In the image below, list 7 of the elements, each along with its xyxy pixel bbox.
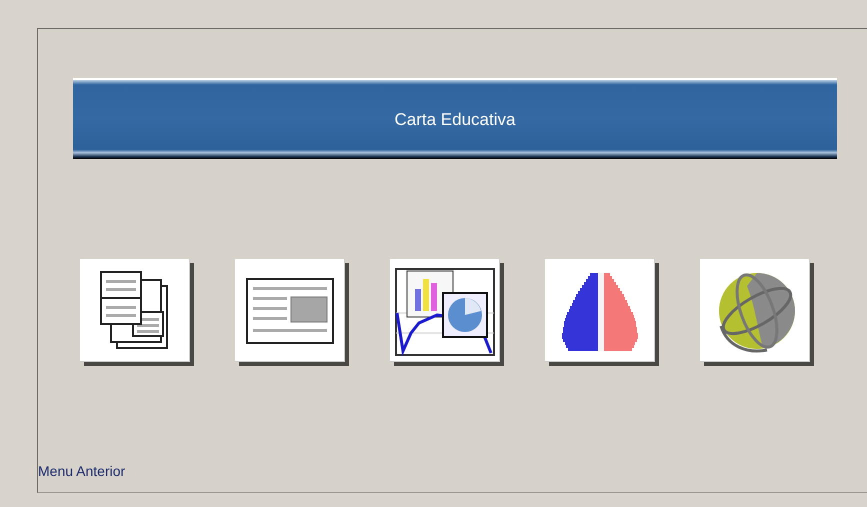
icon-button[interactable] xyxy=(235,259,345,362)
document-layout-icon xyxy=(245,276,335,344)
icon-button[interactable] xyxy=(390,259,500,362)
icon-button[interactable] xyxy=(80,259,190,362)
back-menu-link[interactable]: Menu Anterior xyxy=(38,461,126,482)
header-title: Carta Educativa xyxy=(394,108,516,131)
icon-button[interactable] xyxy=(545,259,655,362)
